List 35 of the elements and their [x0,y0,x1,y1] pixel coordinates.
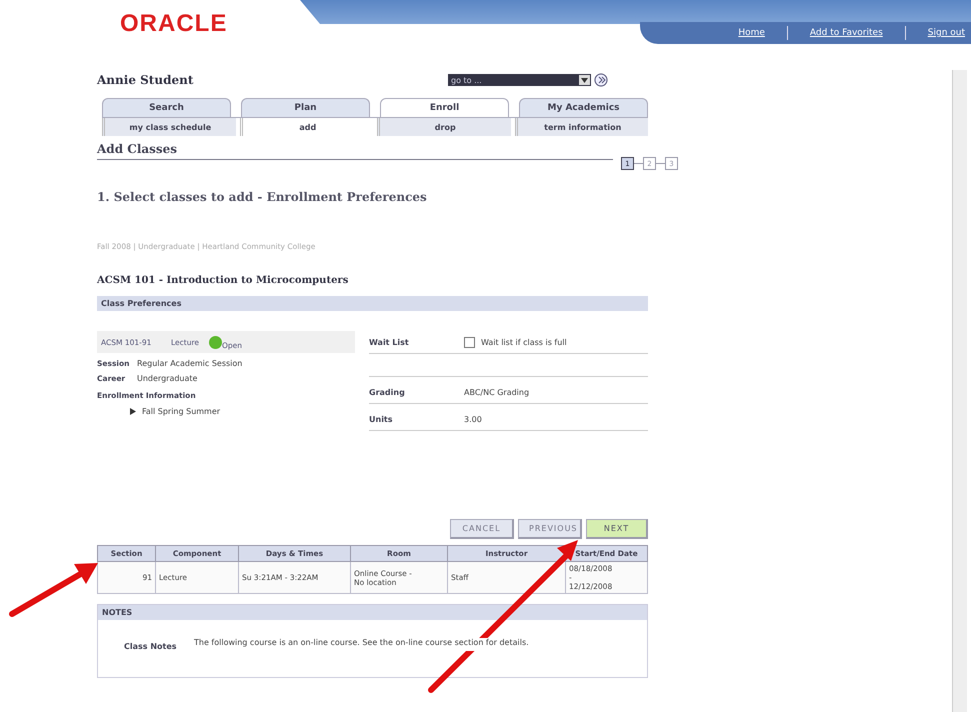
checkbox-label: Wait list if class is full [481,338,567,346]
header-link[interactable]: Add to Favorites [810,28,883,38]
tab[interactable]: My Academics [519,98,648,117]
expand-icon[interactable] [130,408,136,415]
field-label: Wait List [369,338,410,346]
detail-value: Regular Academic Session [137,359,242,368]
tab[interactable]: Plan [241,98,370,117]
subtab[interactable]: term information [514,118,648,136]
field-value: 3.00 [464,414,482,424]
page-title: Add Classes [97,142,613,160]
detail-value: Fall Spring Summer [142,407,220,416]
subtab[interactable]: drop [377,118,510,136]
nav-button[interactable]: CANCEL [450,519,514,539]
next-button[interactable]: NEXT [586,519,648,539]
notes-label: Class Notes [124,642,178,651]
nav-button[interactable]: PREVIOUS [518,519,582,539]
tab[interactable]: Enroll [380,98,509,117]
notes-header: NOTES [98,605,647,620]
go-to-dropdown[interactable]: go to ... [448,74,591,86]
tab[interactable]: Search [102,98,231,117]
subtab[interactable]: my class schedule [102,118,236,136]
step-title: 1. Select classes to add - Enrollment Preferences [97,190,428,204]
detail-value: Undergraduate [137,374,198,383]
scrollbar[interactable] [952,70,967,712]
field-label: Units [369,414,394,424]
caret-icon [581,78,588,82]
logo: ORACLE [120,10,228,38]
field-label: Grading [369,388,406,396]
section-header: Class Preferences [97,296,648,311]
header-link[interactable]: Sign out [928,28,965,38]
student-name: Annie Student [97,73,194,87]
field-value: ABC/NC Grading [464,388,530,396]
course-title: ACSM 101 - Introduction to Microcomputers [97,275,350,286]
header-link[interactable]: Home [738,28,765,38]
wait-list-checkbox[interactable] [464,336,475,348]
